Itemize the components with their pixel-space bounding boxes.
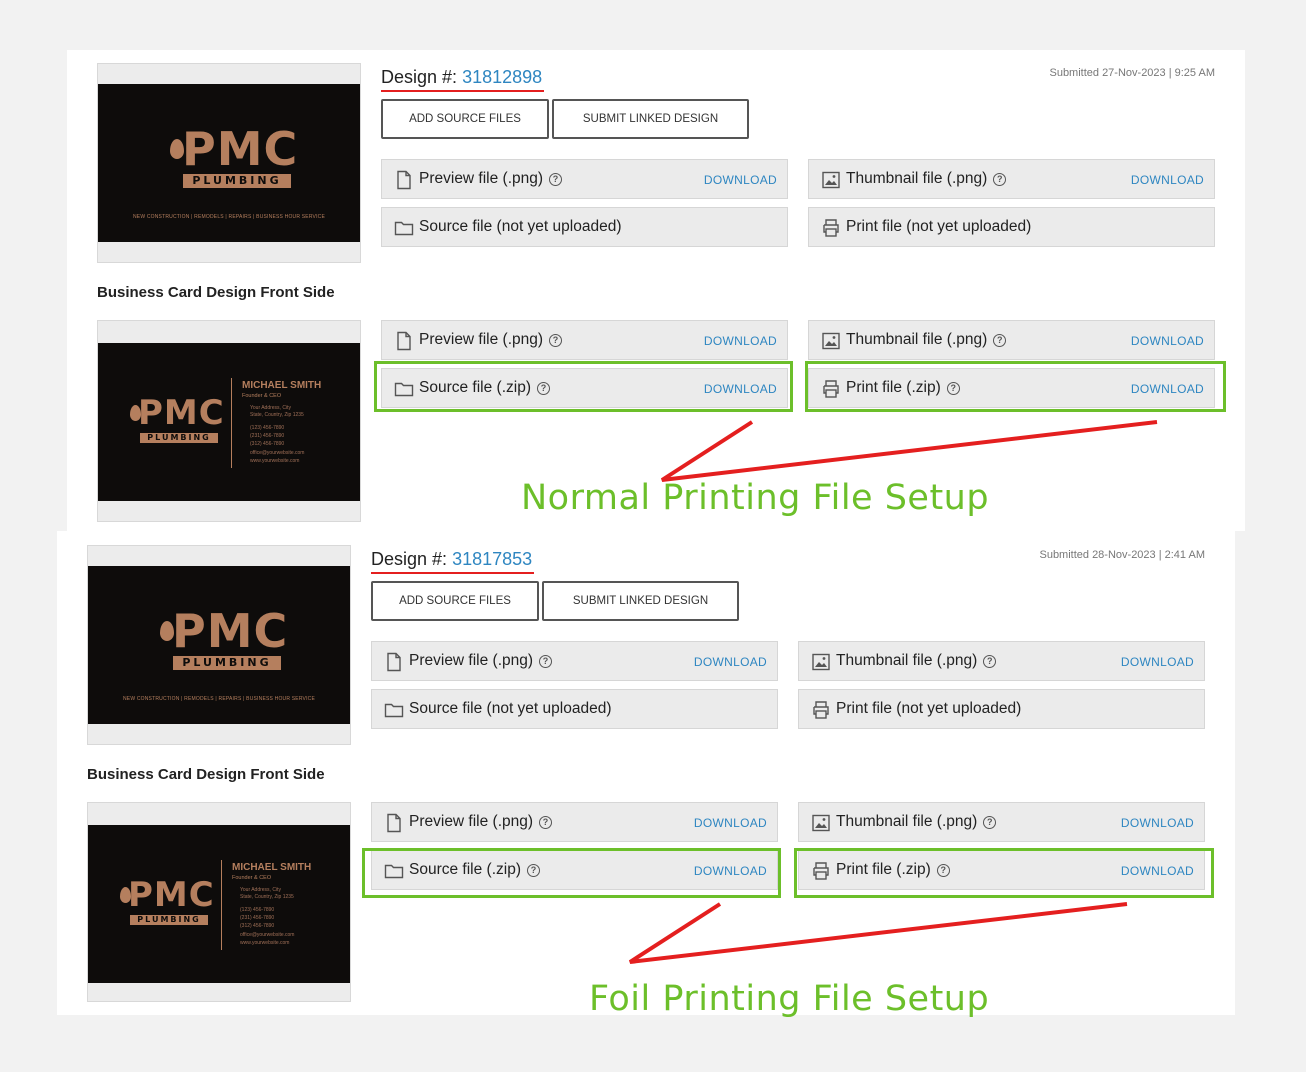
arrow-normal bbox=[660, 420, 1158, 482]
arrow-foil bbox=[628, 902, 1128, 964]
annotation-arrows bbox=[628, 420, 1158, 964]
